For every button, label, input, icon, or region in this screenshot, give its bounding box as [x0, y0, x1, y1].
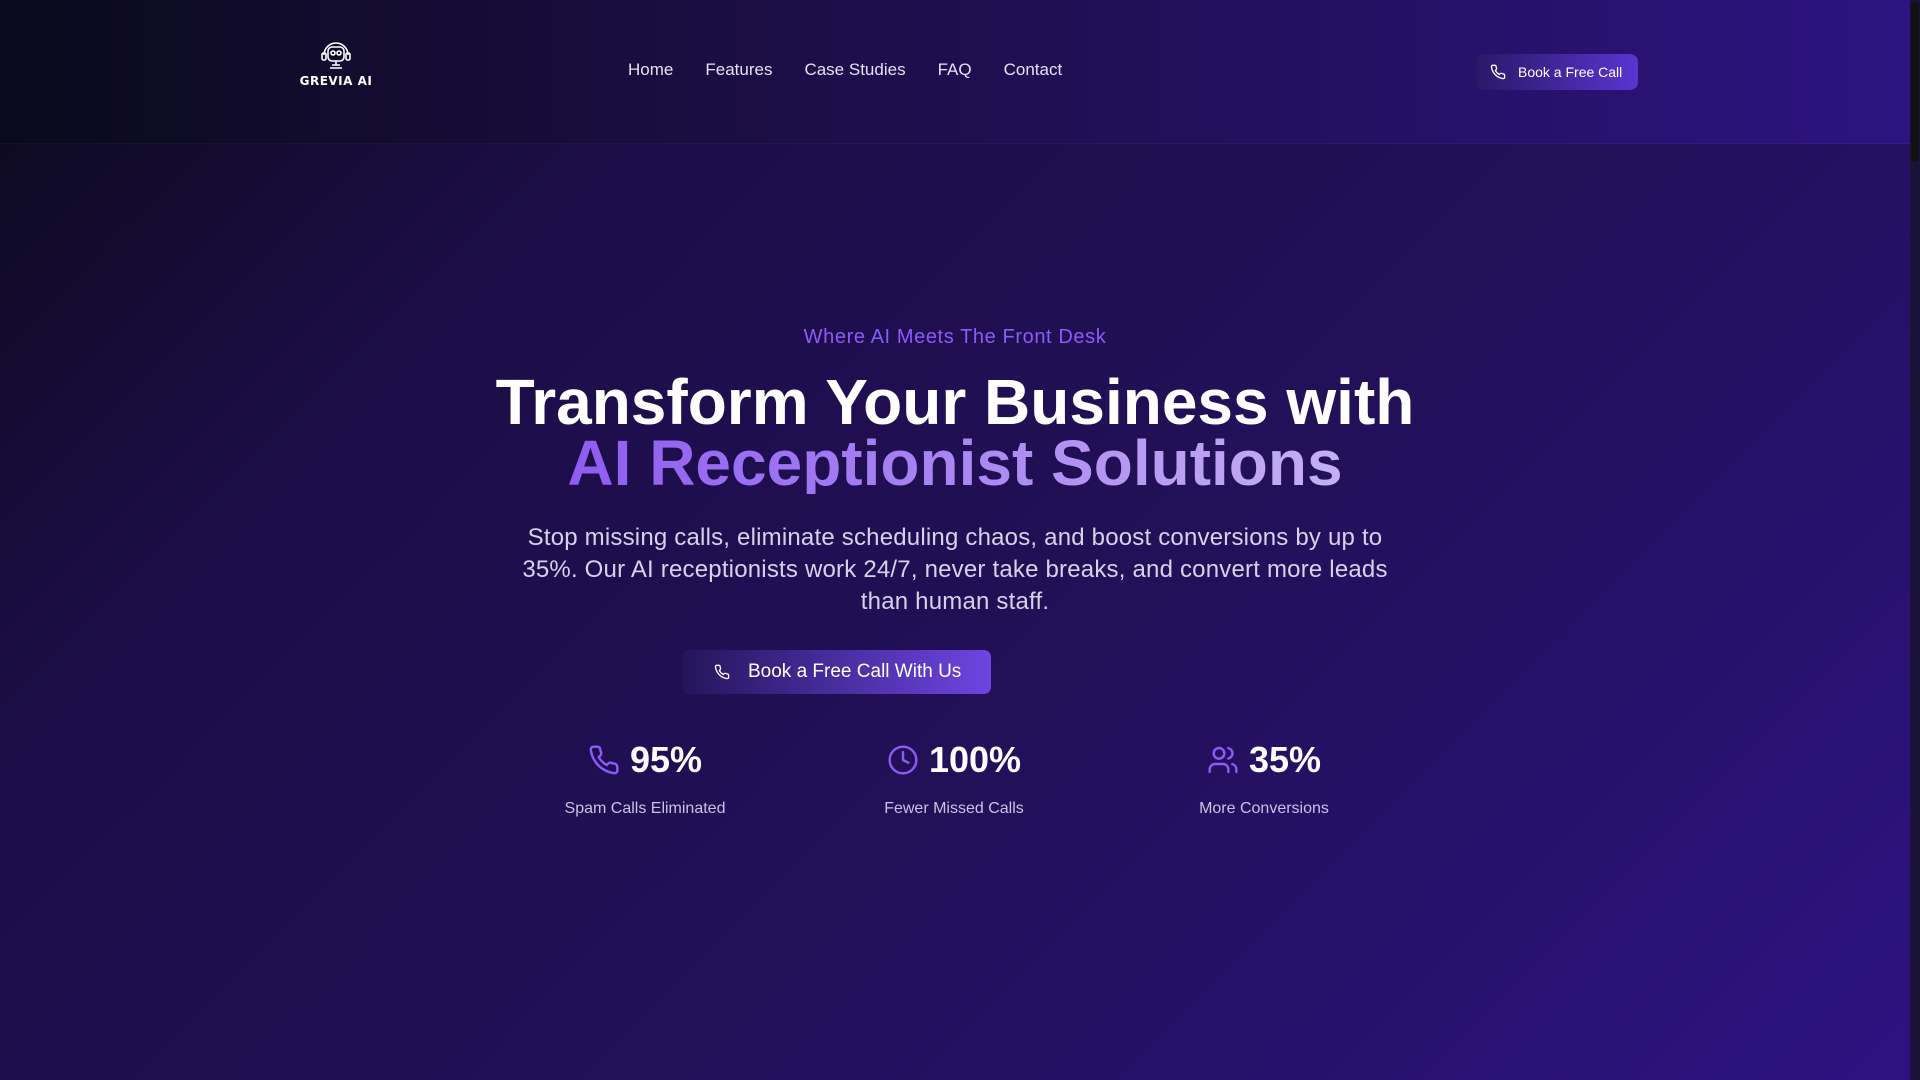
stat-spam-calls: 95% Spam Calls Eliminated — [515, 738, 775, 818]
phone-icon — [1490, 64, 1506, 80]
site-header: GREVIA AI Home Features Case Studies FAQ… — [0, 0, 1910, 144]
nav-features[interactable]: Features — [705, 60, 772, 80]
nav-case-studies[interactable]: Case Studies — [804, 60, 905, 80]
book-call-header-label: Book a Free Call — [1518, 64, 1623, 80]
hero-eyebrow: Where AI Meets The Front Desk — [803, 326, 1107, 348]
main-nav: Home Features Case Studies FAQ Contact — [628, 60, 1062, 80]
scrollbar-thumb[interactable] — [1911, 2, 1919, 162]
stat-value: 100% — [928, 739, 1022, 780]
landing-page: GREVIA AI Home Features Case Studies FAQ… — [0, 0, 1910, 1080]
stat-value: 95% — [629, 739, 703, 780]
stat-label: More Conversions — [1199, 800, 1329, 817]
stat-conversions: 35% More Conversions — [1134, 738, 1394, 818]
book-call-header-button[interactable]: Book a Free Call — [1476, 54, 1638, 90]
hero-subtitle: Stop missing calls, eliminate scheduling… — [522, 524, 1388, 615]
hero-headline: Transform Your Business with AI Receptio… — [0, 370, 1910, 499]
book-call-hero-button[interactable]: Book a Free Call With Us — [682, 650, 991, 694]
phone-icon — [714, 664, 730, 680]
nav-home[interactable]: Home — [628, 60, 673, 80]
nav-contact[interactable]: Contact — [1004, 60, 1063, 80]
clock-icon — [888, 745, 918, 775]
stat-missed-calls: 100% Fewer Missed Calls — [824, 738, 1084, 818]
users-icon — [1208, 746, 1238, 774]
nav-faq[interactable]: FAQ — [938, 60, 972, 80]
scrollbar-track[interactable] — [1910, 0, 1920, 1080]
hero-headline-line2: AI Receptionist Solutions — [567, 427, 1343, 499]
logo[interactable]: GREVIA AI — [296, 38, 376, 88]
stat-label: Fewer Missed Calls — [884, 800, 1024, 817]
logo-text: GREVIA AI — [299, 74, 373, 88]
stat-value: 35% — [1248, 739, 1322, 780]
phone-icon — [589, 745, 619, 775]
stat-label: Spam Calls Eliminated — [564, 800, 726, 817]
robot-headset-icon — [321, 42, 351, 69]
book-call-hero-label: Book a Free Call With Us — [748, 661, 962, 682]
